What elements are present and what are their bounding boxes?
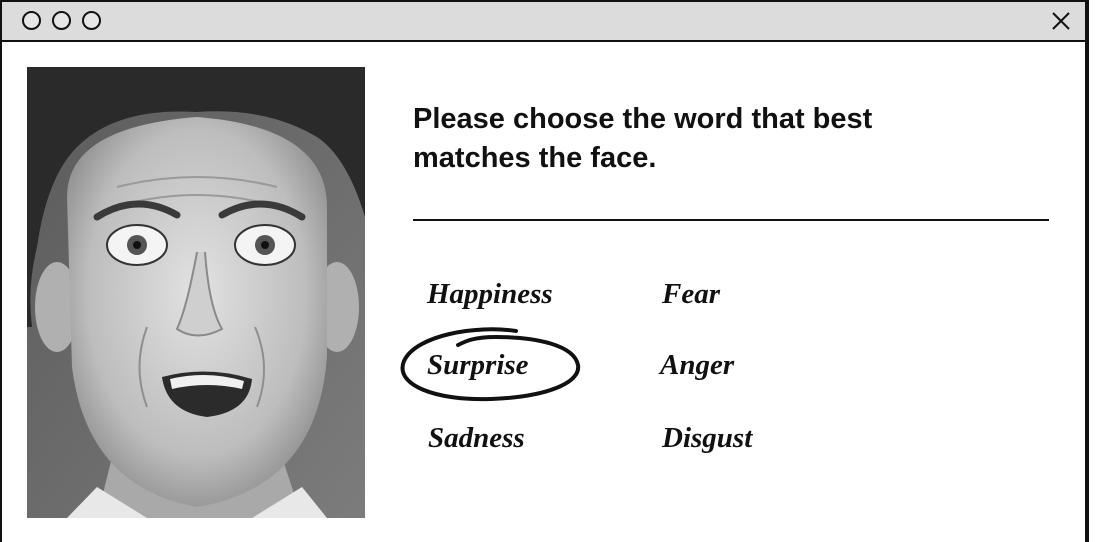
divider-line: [413, 219, 1049, 221]
option-happiness[interactable]: Happiness: [427, 278, 553, 311]
instruction-line-1: Please choose the word that best: [413, 103, 873, 135]
option-anger[interactable]: Anger: [660, 349, 734, 382]
option-surprise[interactable]: Surprise: [427, 349, 529, 382]
option-disgust[interactable]: Disgust: [662, 422, 752, 455]
face-illustration: [27, 67, 365, 518]
window-control-circle-3[interactable]: [82, 11, 101, 30]
title-bar: [2, 0, 1085, 42]
face-photo: [27, 67, 365, 518]
window-control-circle-2[interactable]: [52, 11, 71, 30]
window-control-circle-1[interactable]: [22, 11, 41, 30]
app-window: Please choose the word that best matches…: [0, 0, 1089, 542]
option-sadness[interactable]: Sadness: [428, 422, 525, 455]
instruction-line-2: matches the face.: [413, 142, 657, 174]
instruction-text: Please choose the word that best matches…: [413, 100, 1033, 178]
option-fear[interactable]: Fear: [662, 278, 720, 311]
close-icon[interactable]: [1049, 9, 1073, 33]
